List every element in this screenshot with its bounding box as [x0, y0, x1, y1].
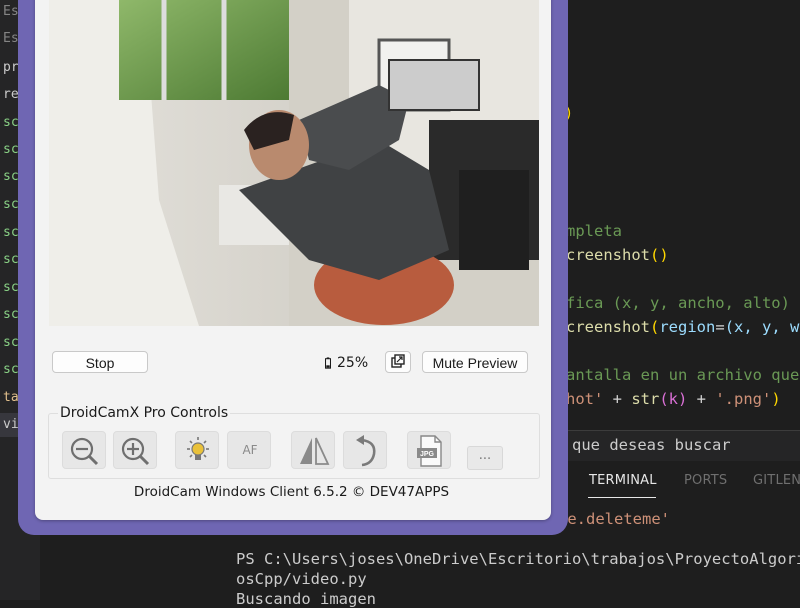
snapshot-button[interactable]: JPG [407, 431, 451, 469]
explorer-item[interactable]: Es [3, 31, 19, 46]
zoom-in-button[interactable] [113, 431, 157, 469]
explorer-item[interactable]: sc [3, 252, 19, 267]
code-bracket: ( [650, 318, 660, 336]
autofocus-label: AF [242, 443, 258, 457]
explorer-item[interactable]: re [3, 87, 19, 102]
code-bracket: ) [771, 390, 781, 408]
code-bracket: () [650, 246, 669, 264]
panel-tabs: TERMINAL PORTS GITLENS [540, 462, 800, 500]
terminal-line: xe.deleteme' [558, 510, 670, 528]
stop-button[interactable]: Stop [52, 351, 148, 373]
flip-button[interactable] [291, 431, 335, 469]
zoom-out-button[interactable] [62, 431, 106, 469]
tab-gitlens[interactable]: GITLENS [753, 473, 800, 488]
battery-icon [325, 357, 331, 369]
code-comment: mpleta [566, 222, 622, 240]
terminal-line: Buscando imagen [236, 590, 376, 608]
explorer-item[interactable]: sc [3, 169, 19, 184]
code-operator: + [687, 390, 716, 408]
code-comment: antalla en un archivo que [566, 366, 800, 384]
zoom-in-icon [121, 437, 150, 466]
explorer-item[interactable]: sc [3, 225, 19, 240]
more-button[interactable]: ... [467, 446, 503, 470]
explorer-item[interactable]: sc [3, 280, 19, 295]
tab-terminal[interactable]: TERMINAL [589, 473, 657, 488]
code-line: creenshot() [566, 246, 669, 264]
jpg-icon: JPG [417, 435, 442, 467]
input-prompt[interactable]: vo que deseas buscar [540, 430, 800, 461]
explorer-item[interactable]: Es [3, 4, 19, 19]
autofocus-button[interactable]: AF [227, 431, 271, 469]
active-tab-indicator [588, 497, 656, 498]
popout-button[interactable] [385, 351, 411, 373]
code-function: creenshot [566, 246, 650, 264]
code-args: (k) [659, 390, 688, 408]
camera-preview [49, 0, 539, 326]
explorer-item[interactable]: sc [3, 142, 19, 157]
battery-level: 25% [337, 355, 369, 371]
code-param: region [659, 318, 716, 336]
code-comment: fica (x, y, ancho, alto) [566, 294, 790, 312]
rotate-icon [356, 435, 376, 467]
jpg-label: JPG [420, 451, 435, 458]
popout-icon [391, 354, 405, 368]
pro-controls-label: DroidCamX Pro Controls [58, 405, 231, 421]
code-args: (x, y, w [724, 318, 800, 336]
mute-preview-button[interactable]: Mute Preview [422, 351, 528, 373]
terminal-line: osCpp/video.py [236, 570, 367, 588]
code-string: '.png' [715, 390, 772, 408]
code-editor[interactable]: ) mpleta creenshot() fica (x, y, ancho, … [540, 0, 800, 430]
code-string: hot' [566, 390, 604, 408]
code-function: creenshot [566, 318, 650, 336]
footer-version: DroidCam Windows Client 6.5.2 © DEV47APP… [133, 484, 450, 500]
tab-ports[interactable]: PORTS [684, 473, 727, 488]
light-icon [187, 437, 209, 460]
code-operator: + [603, 390, 632, 408]
explorer-item[interactable]: pr [3, 60, 19, 75]
explorer-item[interactable]: sc [3, 362, 19, 377]
zoom-out-icon [70, 437, 99, 466]
camera-preview-image [49, 0, 539, 326]
code-function: str [631, 390, 660, 408]
code-line: hot' + str(k) + '.png') [566, 390, 781, 408]
terminal-line: PS C:\Users\joses\OneDrive\Escritorio\tr… [236, 550, 800, 568]
explorer-item[interactable]: sc [3, 197, 19, 212]
code-line: creenshot(region=(x, y, w [566, 318, 799, 336]
flip-icon [300, 437, 330, 465]
light-button[interactable] [175, 431, 219, 469]
input-placeholder: vo que deseas buscar [544, 436, 731, 454]
explorer-item[interactable]: sc [3, 335, 19, 350]
code-operator: = [715, 318, 725, 336]
explorer-item[interactable]: sc [3, 307, 19, 322]
explorer-item[interactable]: sc [3, 115, 19, 130]
rotate-button[interactable] [343, 431, 387, 469]
